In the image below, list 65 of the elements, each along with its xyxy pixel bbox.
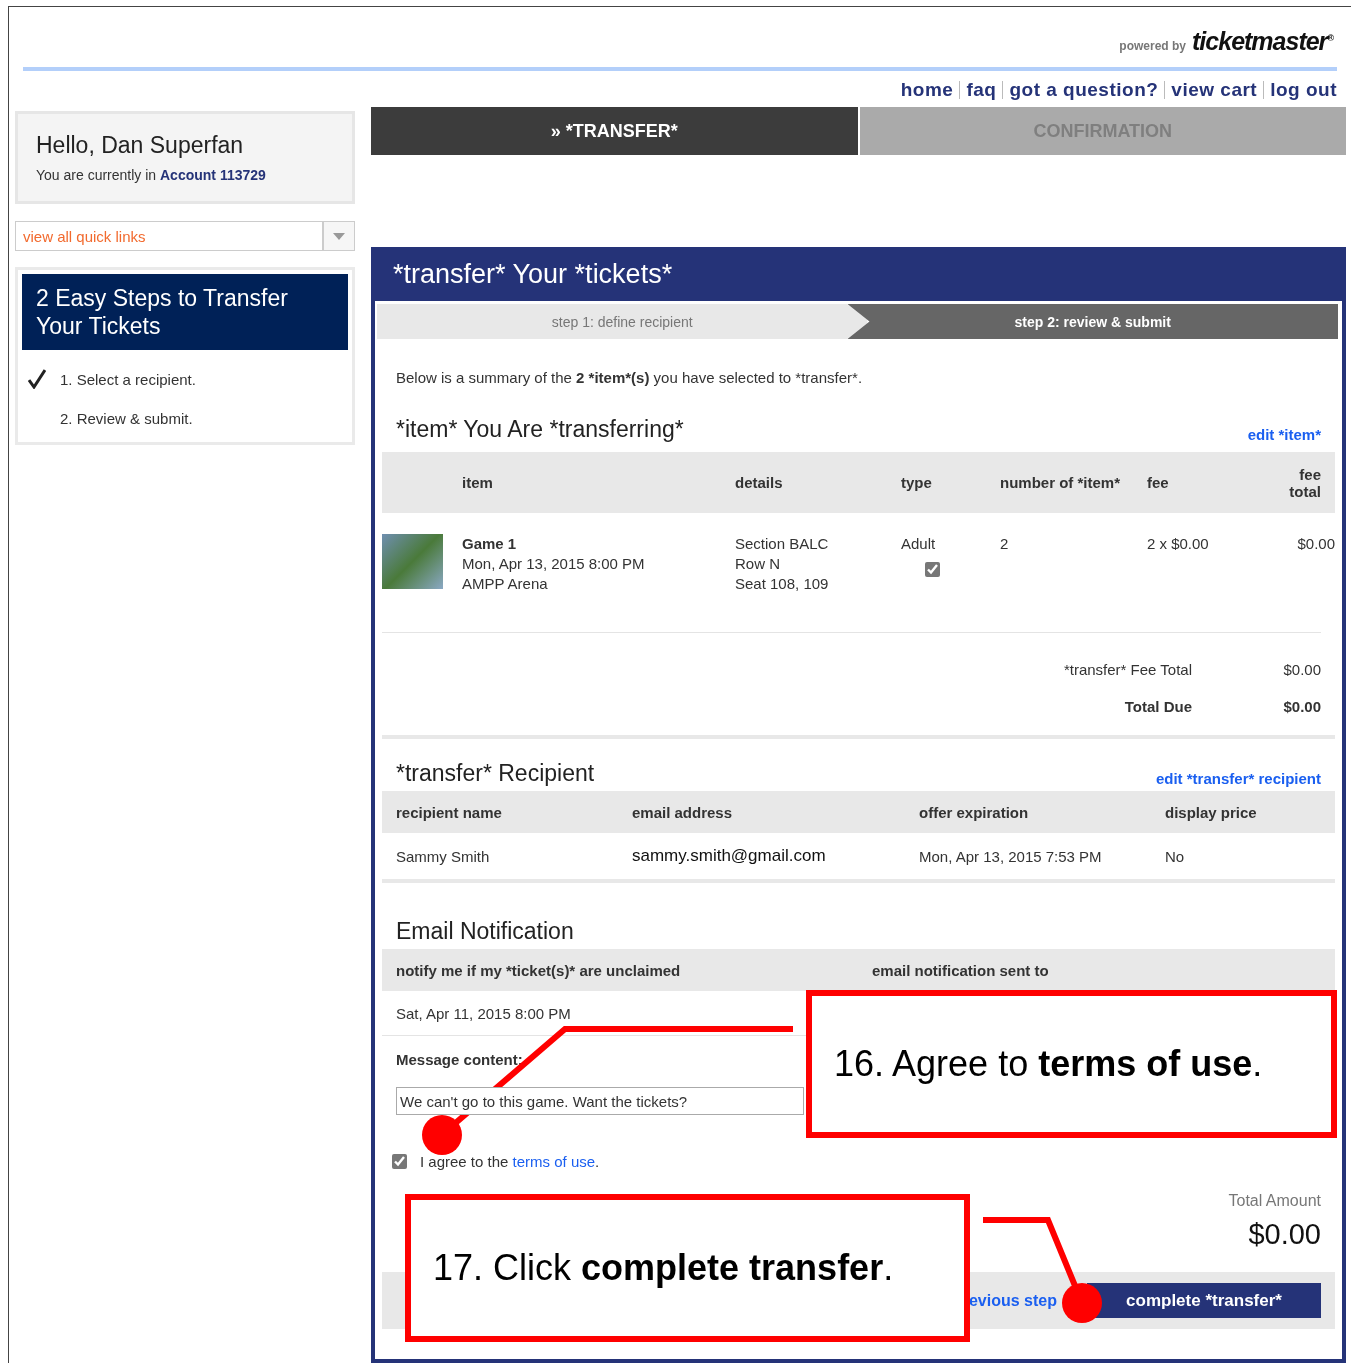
table-cell-text: 2 bbox=[1000, 534, 1010, 554]
brand-logo: powered by ticketmaster$^{®}$ bbox=[1119, 27, 1333, 53]
column-header: display price bbox=[1165, 803, 1258, 821]
panel-title: *transfer* Your *tickets* bbox=[375, 247, 1342, 301]
table-cell-text: No bbox=[1165, 847, 1186, 865]
nav-link[interactable]: view cart bbox=[1171, 79, 1258, 101]
message-label: Message content: bbox=[396, 1051, 523, 1070]
section-heading: *item* You Are *transferring* bbox=[396, 416, 684, 444]
greeting-title: Hello, Dan Superfan bbox=[36, 132, 245, 159]
nav-link[interactable]: home bbox=[900, 79, 954, 101]
total-label: *transfer* Fee Total bbox=[1062, 661, 1192, 680]
summary-text: Below is a summary of the 2 *item*(s) you have selected to *transfer*. bbox=[396, 369, 864, 388]
seat-detail: Row N bbox=[735, 554, 781, 574]
wizard-step: step 1: define recipient bbox=[377, 304, 868, 339]
section-heading: Email Notification bbox=[396, 918, 574, 946]
total-value: $0.00 bbox=[1282, 698, 1321, 717]
column-header: recipient name bbox=[396, 803, 503, 821]
section-heading: *transfer* Recipient bbox=[396, 760, 595, 788]
column-header: offer expiration bbox=[919, 803, 1030, 821]
event-name: Game 1 bbox=[462, 534, 518, 554]
wizard-step: step 2: review & submit bbox=[847, 304, 1338, 339]
nav-link[interactable]: faq bbox=[966, 79, 997, 101]
checkbox[interactable] bbox=[392, 1153, 407, 1169]
callout-text: 17. Click complete transfer. bbox=[433, 1247, 894, 1289]
table-cell-text: Sammy Smith bbox=[396, 847, 491, 865]
column-header: number of *item* bbox=[1000, 474, 1121, 491]
total-label: Total Due bbox=[1123, 698, 1192, 717]
table-cell-text: $0.00 bbox=[1296, 534, 1335, 554]
step-label: 2. Review & submit. bbox=[60, 409, 193, 427]
complete-transfer-button[interactable]: complete *transfer* bbox=[1087, 1283, 1321, 1318]
checkbox[interactable] bbox=[925, 562, 940, 577]
callout-text: 16. Agree to terms of use. bbox=[834, 1043, 1263, 1085]
table-cell-text: Sat, Apr 11, 2015 8:00 PM bbox=[396, 1004, 572, 1022]
message-field[interactable]: We can't go to this game. Want the tickets? bbox=[396, 1087, 804, 1115]
photo-placeholder bbox=[382, 534, 443, 589]
total-value: $0.00 bbox=[1282, 661, 1321, 680]
edit-link[interactable]: edit *transfer* recipient bbox=[1155, 770, 1321, 791]
previous-step-link[interactable]: evious step bbox=[968, 1291, 1057, 1310]
edit-link[interactable]: edit *item* bbox=[1247, 426, 1321, 447]
nav-link[interactable]: log out bbox=[1270, 79, 1337, 101]
total-amount-label: Total Amount bbox=[1228, 1192, 1321, 1210]
column-header: notify me if my *ticket(s)* are unclaimed bbox=[396, 961, 682, 979]
caret-icon bbox=[333, 232, 345, 240]
account-text: You are currently in Account 113729 bbox=[36, 167, 267, 183]
seat-detail: Seat 108, 109 bbox=[735, 574, 830, 594]
column-header: email notification sent to bbox=[872, 961, 1050, 979]
column-header: fee bbox=[1147, 474, 1170, 491]
terms-link[interactable]: terms of use bbox=[512, 1152, 596, 1170]
table-cell-text: sammy.smith@gmail.com bbox=[632, 846, 827, 866]
table-cell-text: Adult bbox=[901, 534, 937, 554]
column-header: fee total bbox=[1288, 465, 1321, 500]
column-header: type bbox=[901, 474, 933, 491]
column-header: details bbox=[735, 474, 784, 491]
table-cell-text: Mon, Apr 13, 2015 7:53 PM bbox=[919, 847, 1103, 865]
seat-detail: Section BALC bbox=[735, 534, 830, 554]
table-cell-text: 2 x $0.00 bbox=[1147, 534, 1210, 554]
venue-text: AMPP Arena bbox=[462, 574, 549, 594]
total-amount: $0.00 bbox=[1248, 1218, 1321, 1251]
column-header: email address bbox=[632, 803, 734, 821]
steps-heading: 2 Easy Steps to Transfer Your Tickets bbox=[22, 274, 348, 350]
column-header: item bbox=[462, 474, 494, 491]
agreement-text: I agree to the terms of use. bbox=[420, 1152, 600, 1170]
step-label: 1. Select a recipient. bbox=[60, 370, 196, 388]
nav-link[interactable]: got a question? bbox=[1009, 79, 1159, 101]
event-date: Mon, Apr 13, 2015 8:00 PM bbox=[462, 554, 646, 574]
